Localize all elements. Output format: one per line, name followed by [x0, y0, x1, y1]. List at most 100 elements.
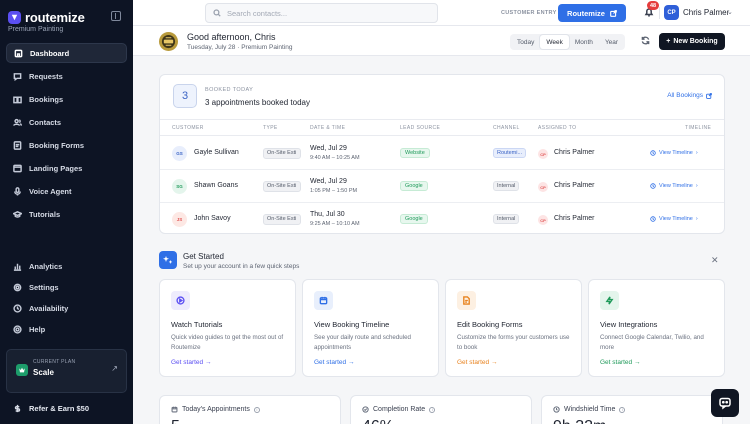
workspace-name: Premium Painting: [8, 26, 64, 33]
channel-badge: Internal: [493, 214, 520, 224]
get-started-link[interactable]: Get started →: [171, 359, 211, 366]
page-icon: [13, 164, 22, 172]
user-avatar[interactable]: CP: [664, 5, 679, 20]
chat-support-button[interactable]: [711, 389, 739, 417]
view-timeline-link[interactable]: View Timeline ›: [650, 183, 698, 189]
customer-name[interactable]: Shawn Goans: [194, 182, 238, 189]
sidebar-item-dashboard[interactable]: Dashboard: [6, 43, 127, 63]
close-icon[interactable]: ✕: [711, 255, 719, 266]
sidebar-item-contacts[interactable]: Contacts: [6, 112, 127, 132]
sidebar-item-booking-forms[interactable]: Booking Forms: [6, 135, 127, 155]
all-bookings-label: All Bookings: [667, 92, 703, 99]
card-title: Edit Booking Forms: [457, 320, 523, 329]
current-plan-card[interactable]: CURRENT PLAN Scale ↗: [6, 349, 127, 393]
sparkle-icon: [159, 251, 177, 269]
refer-label: Refer & Earn $50: [29, 404, 90, 413]
sidebar-item-availability[interactable]: Availability: [6, 299, 127, 317]
sidebar-item-analytics[interactable]: Analytics: [6, 257, 127, 275]
stat-header: Completion Rate i: [362, 406, 436, 413]
help-icon: [13, 324, 22, 334]
card-title: Watch Tutorials: [171, 320, 223, 329]
document-icon: [457, 291, 476, 310]
search-input[interactable]: [227, 8, 427, 18]
get-started-link[interactable]: Get started →: [457, 359, 497, 366]
get-started-card[interactable]: Edit Booking Forms Customize the forms y…: [445, 279, 582, 377]
info-icon[interactable]: i: [429, 406, 436, 413]
sidebar-collapse-icon[interactable]: [111, 11, 121, 21]
sidebar-item-landing-pages[interactable]: Landing Pages: [6, 158, 127, 178]
sidebar-item-label: Contacts: [29, 117, 62, 127]
get-started-card[interactable]: Watch Tutorials Quick video guides to ge…: [159, 279, 296, 377]
chevron-right-icon: ›: [695, 183, 698, 189]
sidebar-item-label: Landing Pages: [29, 163, 83, 173]
play-icon: [171, 291, 190, 310]
chevron-right-icon: ›: [695, 216, 698, 222]
lead-source-badge: Website: [400, 148, 430, 158]
routemize-logo-icon: [8, 11, 21, 24]
new-booking-label: New Booking: [673, 38, 718, 45]
customer-name[interactable]: John Savoy: [194, 215, 231, 222]
card-description: Quick video guides to get the most out o…: [171, 334, 284, 351]
search-box[interactable]: [205, 3, 438, 23]
get-started-card[interactable]: View Integrations Connect Google Calenda…: [588, 279, 725, 377]
stat-card: Windshield Time i 9h 32m: [541, 395, 723, 424]
stat-value: 5: [171, 418, 180, 424]
top-bar: CUSTOMER ENTRY Routemize 48 CP Chris Pal…: [133, 0, 750, 26]
column-header: TIMELINE: [685, 125, 712, 131]
new-booking-button[interactable]: + New Booking: [659, 33, 725, 50]
range-today[interactable]: Today: [511, 35, 540, 49]
get-started-link[interactable]: Get started →: [314, 359, 354, 366]
info-icon[interactable]: i: [253, 406, 260, 413]
sidebar-item-settings[interactable]: Settings: [6, 278, 127, 296]
sidebar-item-label: Settings: [29, 282, 59, 292]
sidebar-item-bookings[interactable]: Bookings: [6, 89, 127, 109]
clock-icon: [650, 216, 656, 222]
user-name[interactable]: Chris Palmer: [683, 8, 729, 17]
brand-name: routemize: [25, 10, 85, 25]
card-description: Connect Google Calendar, Twilio, and mor…: [600, 334, 704, 351]
assignee-avatar: CP: [538, 149, 548, 159]
chevron-down-icon[interactable]: ⌄: [727, 8, 733, 16]
range-month[interactable]: Month: [569, 35, 599, 49]
get-started-link[interactable]: Get started →: [600, 359, 640, 366]
external-link-icon: [610, 9, 617, 17]
assignee-avatar: CP: [538, 215, 548, 225]
card-title: View Booking Timeline: [314, 320, 390, 329]
sidebar-item-tutorials[interactable]: Tutorials: [6, 204, 127, 224]
chat-bot-icon: [719, 397, 731, 410]
column-header: ASSIGNED TO: [538, 125, 577, 131]
stat-header: Today's Appointments i: [171, 406, 260, 413]
booked-count: 3: [173, 84, 197, 108]
card-description: See your daily route and scheduled appoi…: [314, 334, 412, 351]
refresh-button[interactable]: [641, 36, 651, 46]
sidebar-item-label: Tutorials: [29, 209, 61, 219]
brand[interactable]: routemize: [8, 10, 85, 25]
range-week[interactable]: Week: [540, 35, 569, 49]
assignee-name: Chris Palmer: [554, 215, 595, 222]
greeting-title: Good afternoon, Chris: [187, 32, 276, 42]
range-year[interactable]: Year: [599, 35, 624, 49]
info-icon[interactable]: i: [619, 406, 626, 413]
stat-value: 9h 32m: [553, 418, 606, 424]
chevron-right-icon: ›: [695, 150, 698, 156]
all-bookings-link[interactable]: All Bookings: [667, 92, 712, 99]
stat-label: Windshield Time: [564, 406, 616, 413]
view-timeline-link[interactable]: View Timeline ›: [650, 216, 698, 222]
routemize-button[interactable]: Routemize: [558, 4, 626, 22]
get-started-card[interactable]: View Booking Timeline See your daily rou…: [302, 279, 439, 377]
view-timeline-link[interactable]: View Timeline ›: [650, 150, 698, 156]
stat-label: Completion Rate: [373, 406, 426, 413]
channel-badge: Routemi...: [493, 148, 527, 158]
calendar-icon: [314, 291, 333, 310]
sidebar-item-voice-agent[interactable]: Voice Agent: [6, 181, 127, 201]
table-row[interactable]: JS John Savoy On-Site Esti Thu, Jul 30 9…: [160, 203, 724, 233]
customer-avatar: GS: [172, 146, 187, 161]
sidebar-item-requests[interactable]: Requests: [6, 66, 127, 86]
appointment-date: Wed, Jul 29: [310, 145, 347, 152]
table-row[interactable]: GS Gayle Sullivan On-Site Esti Wed, Jul …: [160, 137, 724, 170]
table-row[interactable]: SG Shawn Goans On-Site Esti Wed, Jul 29 …: [160, 170, 724, 203]
customer-name[interactable]: Gayle Sullivan: [194, 149, 239, 156]
stat-label: Today's Appointments: [182, 406, 250, 413]
sidebar-item-help[interactable]: Help: [6, 320, 127, 338]
refer-and-earn-link[interactable]: Refer & Earn $50: [13, 404, 89, 413]
